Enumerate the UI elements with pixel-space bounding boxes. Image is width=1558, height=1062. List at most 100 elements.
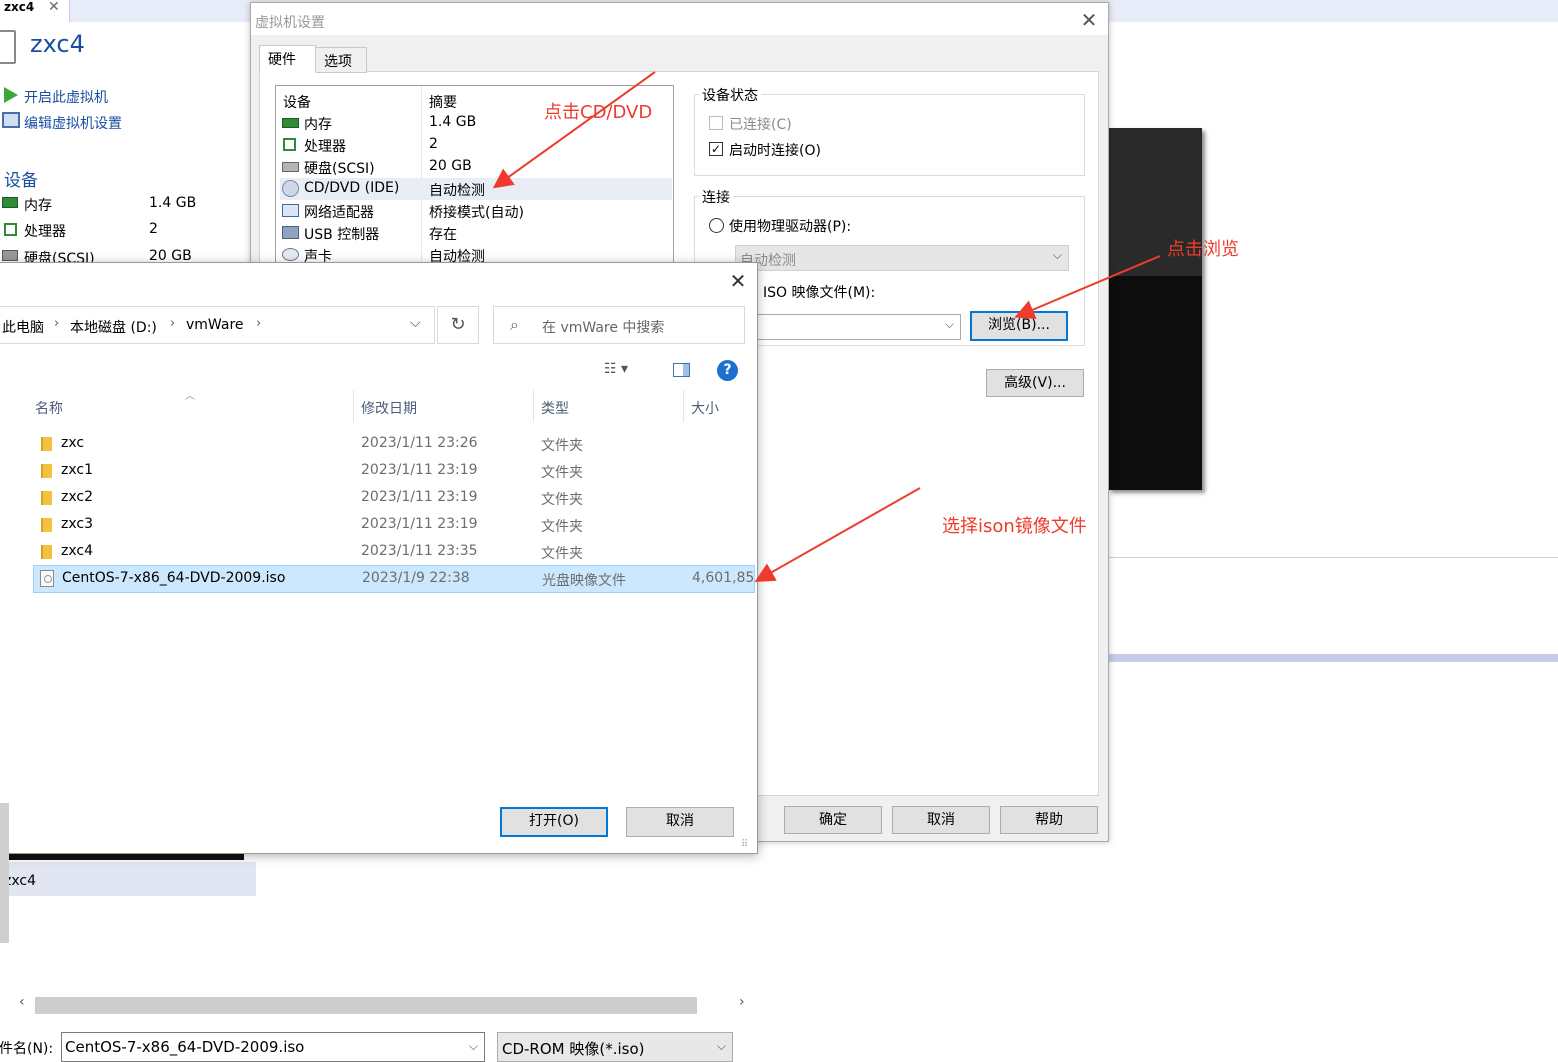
device-row-cpu[interactable]: 处理器 2 (280, 134, 672, 156)
breadcrumb-this-pc[interactable]: 此电脑 (2, 317, 44, 337)
device-summary: 自动检测 (429, 183, 485, 199)
annotation-select-iso: 选择ison镜像文件 (942, 516, 1087, 537)
tab-options[interactable]: 选项 (315, 47, 367, 73)
cancel-button[interactable]: 取消 (892, 806, 990, 834)
file-type: 文件夹 (541, 519, 583, 535)
physical-drive-select[interactable]: 自动检测 ⌵ (735, 245, 1069, 271)
chevron-right-icon: › (54, 316, 60, 331)
settings-icon[interactable] (2, 112, 20, 128)
column-divider[interactable] (533, 390, 534, 422)
device-summary: 1.4 GB (429, 114, 477, 130)
status-bar-strip (1108, 654, 1558, 662)
search-input[interactable]: ⌕ 在 vmWare 中搜索 (493, 306, 745, 344)
physical-drive-label: 使用物理驱动器(P): (729, 219, 852, 235)
column-header-type[interactable]: 类型 (541, 398, 569, 418)
iso-path-combo[interactable]: ⌵ (755, 314, 961, 340)
vm-icon (0, 30, 16, 64)
column-header-size[interactable]: 大小 (691, 398, 719, 418)
edit-settings-link[interactable]: 编辑虚拟机设置 (24, 113, 122, 133)
tab-zxc4[interactable]: zxc4 ✕ (0, 0, 70, 22)
connect-at-power-on-label: 启动时连接(O) (729, 143, 821, 159)
power-on-link[interactable]: 开启此虚拟机 (24, 87, 108, 107)
filename-input[interactable]: CentOS-7-x86_64-DVD-2009.iso ⌵ (61, 1032, 485, 1062)
column-header-summary[interactable]: 摘要 (429, 92, 457, 112)
scroll-right-icon[interactable]: › (739, 994, 745, 1010)
help-icon[interactable]: ? (717, 360, 738, 381)
tab-close-icon[interactable]: ✕ (48, 0, 60, 15)
chevron-right-icon: › (256, 316, 262, 331)
file-row-zxc[interactable]: zxc 2023/1/11 23:26 文件夹 (33, 431, 755, 457)
advanced-button[interactable]: 高级(V)... (986, 369, 1084, 397)
view-options-icon[interactable]: ☷ ▾ (604, 361, 628, 377)
connection-title: 连接 (699, 187, 733, 207)
connect-at-power-on-checkbox[interactable]: ✓ (709, 142, 723, 156)
file-cancel-button[interactable]: 取消 (626, 807, 734, 837)
tab-hardware[interactable]: 硬件 (259, 45, 316, 73)
folder-icon (41, 437, 52, 451)
device-row-network[interactable]: 网络适配器 桥接模式(自动) (280, 200, 672, 222)
chevron-down-icon[interactable]: ⌵ (469, 1039, 478, 1054)
nav-pane-scrollbar[interactable] (0, 803, 9, 943)
resize-grip-icon[interactable]: ⠿ (741, 839, 748, 850)
memory-icon (2, 197, 18, 208)
iso-label: ISO 映像文件(M): (763, 285, 876, 301)
annotation-click-cd: 点击CD/DVD (544, 102, 653, 123)
annotation-click-browse: 点击浏览 (1167, 239, 1239, 260)
file-row-zxc3[interactable]: zxc3 2023/1/11 23:19 文件夹 (33, 512, 755, 538)
device-name: 处理器 (304, 139, 346, 155)
help-button[interactable]: 帮助 (1000, 806, 1098, 834)
devices-section-title: 设备 (4, 171, 38, 191)
device-name: 内存 (304, 117, 332, 133)
device-row-harddisk[interactable]: 硬盘(SCSI) 20 GB (280, 156, 672, 178)
open-button[interactable]: 打开(O) (500, 807, 608, 837)
file-name: zxc2 (61, 489, 93, 505)
column-divider[interactable] (353, 390, 354, 422)
chevron-down-icon: ⌵ (716, 1039, 726, 1053)
refresh-icon[interactable]: ↻ (437, 306, 479, 344)
file-row-zxc2[interactable]: zxc2 2023/1/11 23:19 文件夹 (33, 485, 755, 511)
column-header-modified[interactable]: 修改日期 (361, 398, 417, 418)
device-name: 网络适配器 (304, 205, 374, 221)
address-bar[interactable]: 此电脑 › 本地磁盘 (D:) › vmWare › ⌵ (0, 306, 435, 344)
preview-pane-icon[interactable] (673, 363, 690, 377)
file-row-centos-iso[interactable]: CentOS-7-x86_64-DVD-2009.iso 2023/1/9 22… (33, 565, 755, 593)
play-icon[interactable] (4, 87, 18, 103)
device-row-usb[interactable]: USB 控制器 存在 (280, 222, 672, 244)
close-icon[interactable]: ✕ (726, 269, 750, 293)
chevron-down-icon[interactable]: ⌵ (410, 315, 421, 331)
folder-icon (41, 518, 52, 532)
file-modified: 2023/1/11 23:19 (361, 462, 478, 478)
browse-button[interactable]: 浏览(B)... (970, 311, 1068, 341)
ok-button[interactable]: 确定 (784, 806, 882, 834)
filetype-select[interactable]: CD-ROM 映像(*.iso) ⌵ (497, 1032, 733, 1062)
connected-checkbox[interactable] (709, 116, 723, 130)
device-name: 硬盘(SCSI) (304, 161, 375, 177)
device-name[interactable]: 处理器 (24, 221, 66, 241)
sound-icon (282, 248, 299, 261)
physical-drive-radio[interactable] (709, 218, 724, 233)
breadcrumb-drive-d[interactable]: 本地磁盘 (D:) (70, 317, 157, 337)
device-status-group (694, 94, 1085, 176)
device-value: 1.4 GB (149, 195, 197, 211)
column-divider[interactable] (683, 390, 684, 422)
file-type: 文件夹 (541, 492, 583, 508)
disc-image-icon (40, 570, 54, 587)
filename-value: CentOS-7-x86_64-DVD-2009.iso (65, 1038, 305, 1056)
tab-label: zxc4 (4, 0, 35, 14)
column-header-device[interactable]: 设备 (283, 92, 311, 112)
breadcrumb-vmware[interactable]: vmWare (186, 317, 244, 333)
close-icon[interactable]: ✕ (1077, 8, 1101, 32)
chevron-down-icon: ⌵ (1052, 248, 1062, 262)
column-header-name[interactable]: 名称 (35, 398, 63, 418)
file-name: CentOS-7-x86_64-DVD-2009.iso (62, 570, 286, 586)
device-row-cdrom[interactable]: CD/DVD (IDE) 自动检测 (280, 178, 672, 200)
file-row-zxc4[interactable]: zxc4 2023/1/11 23:35 文件夹 (33, 539, 755, 565)
horizontal-scrollbar-thumb[interactable] (35, 997, 697, 1014)
scroll-left-icon[interactable]: ‹ (19, 994, 25, 1010)
file-row-zxc1[interactable]: zxc1 2023/1/11 23:19 文件夹 (33, 458, 755, 484)
file-type: 文件夹 (541, 465, 583, 481)
file-size: 4,601,85 (692, 570, 755, 586)
device-name[interactable]: 内存 (24, 195, 52, 215)
file-modified: 2023/1/11 23:35 (361, 543, 478, 559)
divider (1108, 557, 1558, 558)
